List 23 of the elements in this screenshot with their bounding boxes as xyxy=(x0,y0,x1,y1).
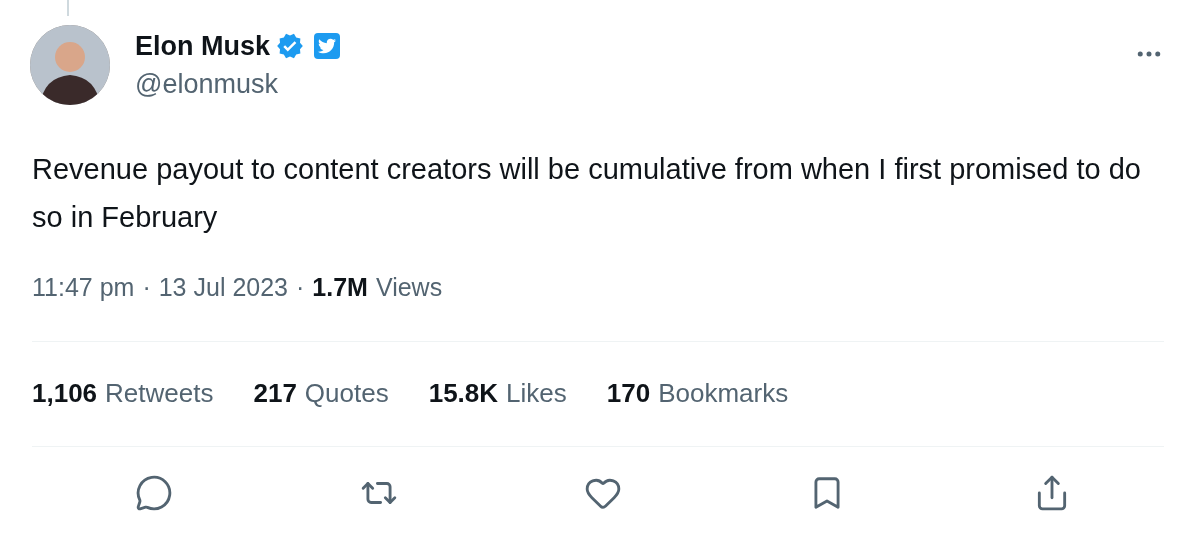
stat-link[interactable]: 1,106 Retweets xyxy=(32,374,214,413)
reply-icon[interactable] xyxy=(135,473,174,512)
stat-count: 15.8K xyxy=(428,377,499,410)
stat-count: 170 xyxy=(606,377,651,410)
view-count: 1.7M xyxy=(312,272,368,303)
stat-count: 1,106 xyxy=(32,377,98,410)
stat-link[interactable]: 15.8K Likes xyxy=(428,374,567,413)
stat-link[interactable]: 170 Bookmarks xyxy=(606,374,789,413)
views-label: Views xyxy=(375,272,443,303)
stat-link[interactable]: 217 Quotes xyxy=(253,374,389,413)
stat-label: Retweets xyxy=(105,377,214,410)
stat-label: Quotes xyxy=(304,377,389,410)
author-handle[interactable]: @elonmusk xyxy=(135,67,340,101)
thread-line xyxy=(67,0,69,16)
author-name[interactable]: Elon Musk xyxy=(135,29,270,63)
stat-label: Likes xyxy=(506,377,567,410)
timestamp-part[interactable]: 11:47 pm xyxy=(32,269,135,307)
timestamp-part[interactable]: 13 Jul 2023 xyxy=(158,269,288,307)
stat-label: Bookmarks xyxy=(658,377,789,410)
separator-dot: · xyxy=(296,272,305,303)
stat-count: 217 xyxy=(253,377,297,410)
separator-dot: · xyxy=(142,272,151,303)
tweet-text: Revenue payout to content creators will be cumulative from when I first promised to do so in February xyxy=(32,152,1142,235)
